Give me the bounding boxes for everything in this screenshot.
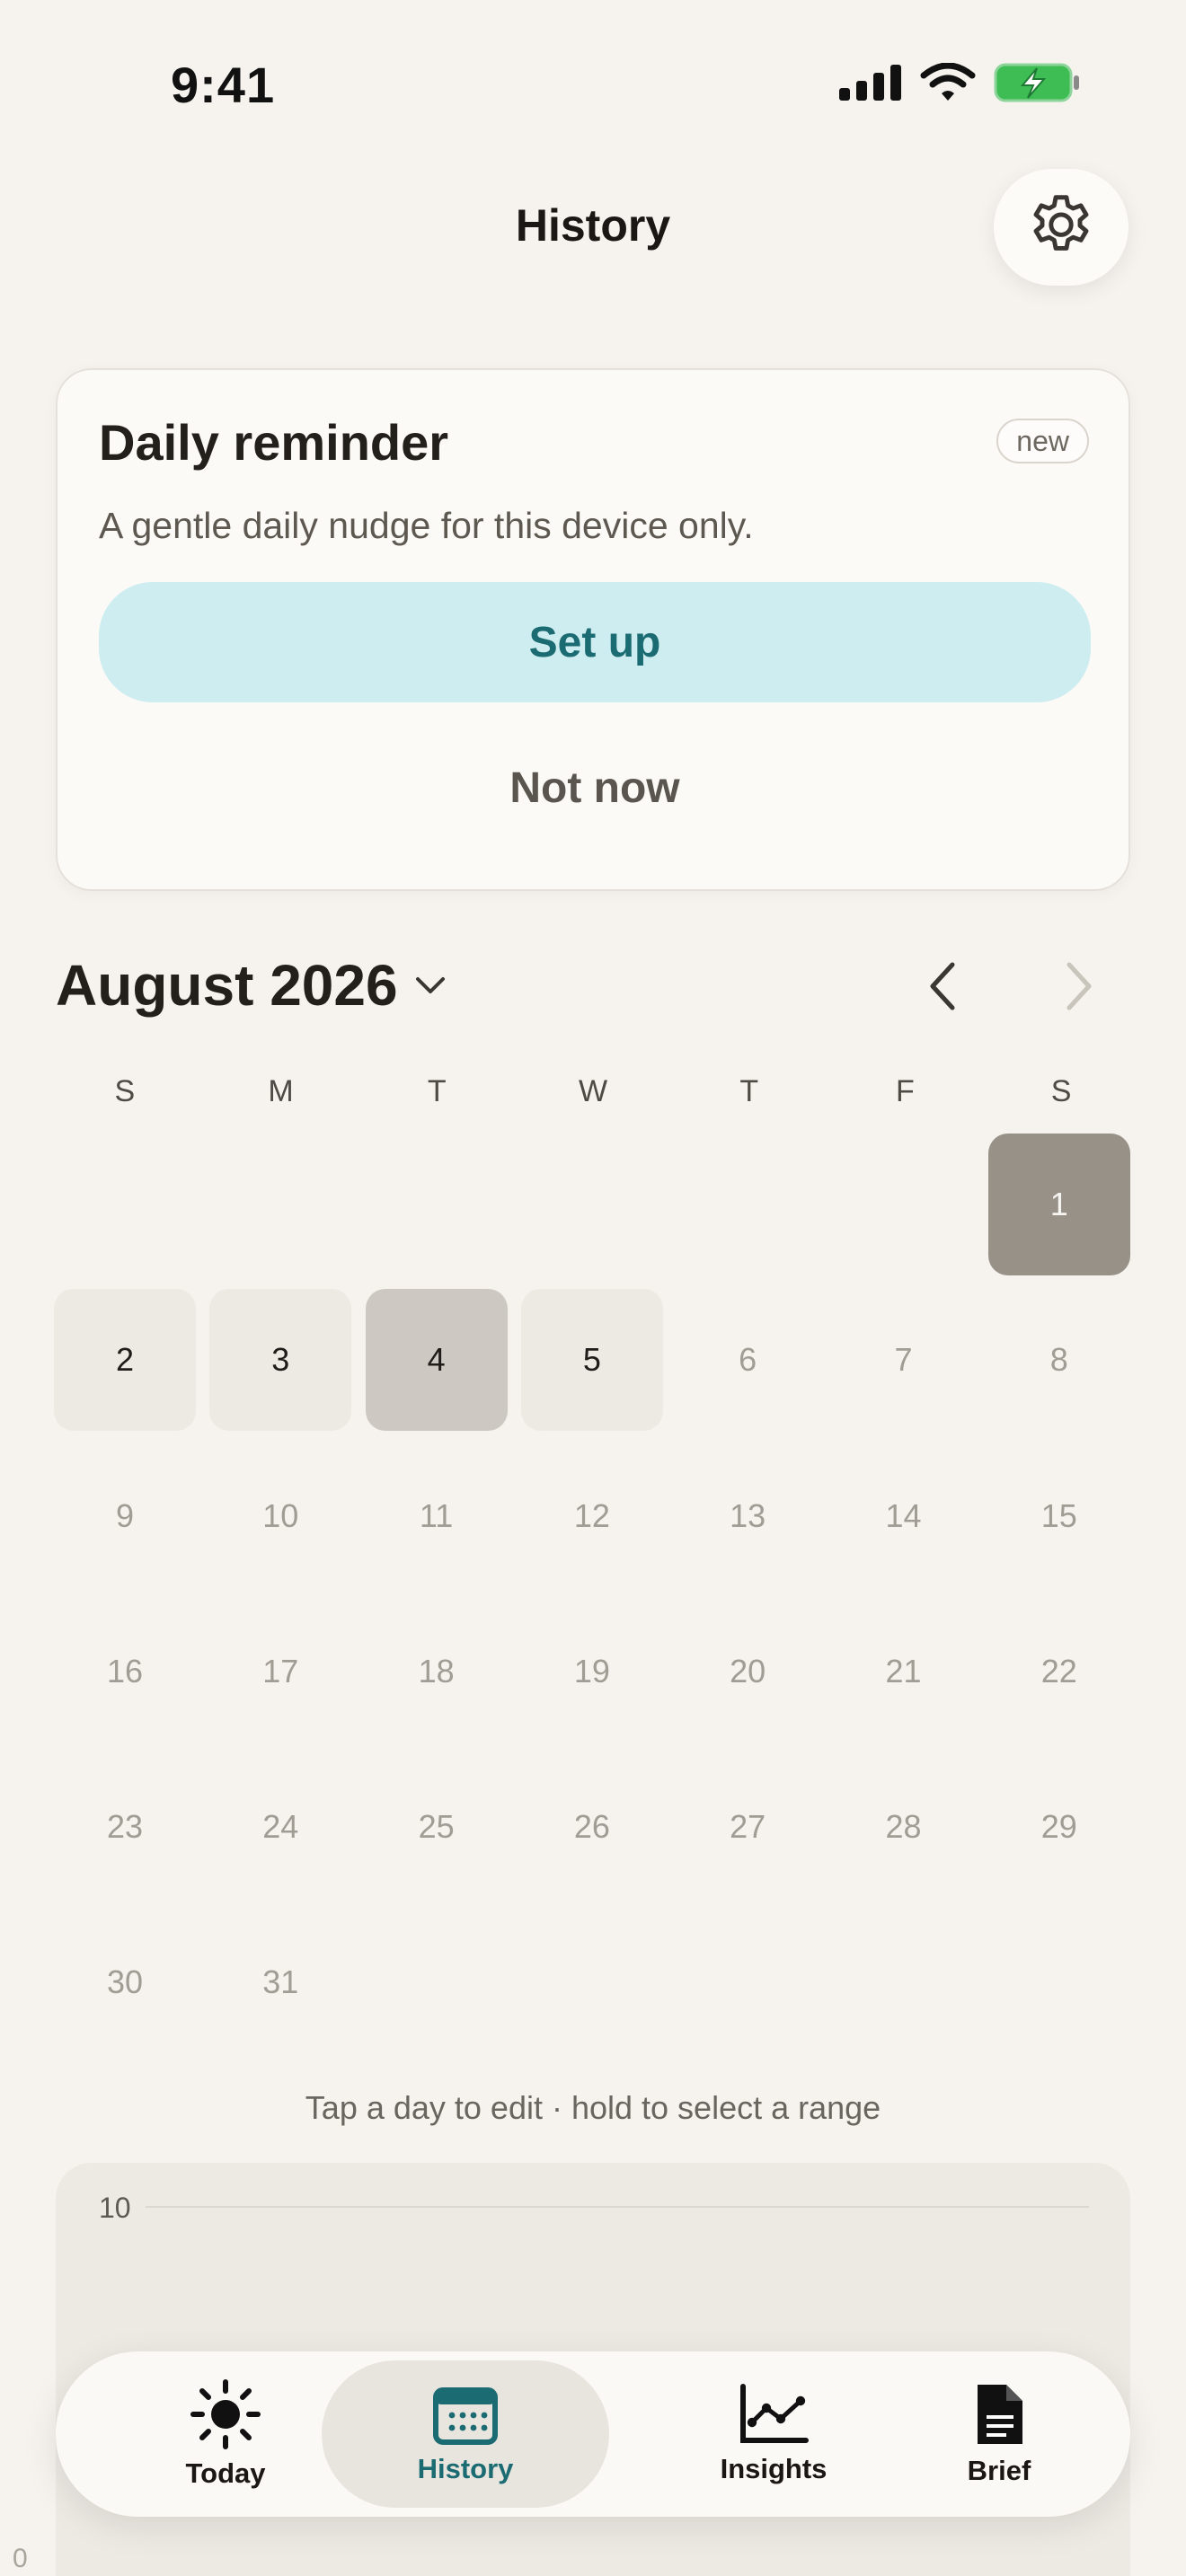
month-picker[interactable]: August 2026 bbox=[56, 952, 448, 1019]
document-icon bbox=[978, 2385, 1022, 2444]
chart-y-min-label: 0 bbox=[13, 2544, 28, 2573]
tab-bar: Today History Insights Brief bbox=[56, 2351, 1130, 2517]
reminder-description: A gentle daily nudge for this device onl… bbox=[99, 505, 754, 546]
tab-insights-label: Insights bbox=[720, 2453, 828, 2484]
calendar-day[interactable]: 14 bbox=[832, 1445, 974, 1587]
status-time: 9:41 bbox=[171, 57, 276, 113]
calendar-day[interactable]: 7 bbox=[832, 1289, 974, 1431]
chart-y-max-label: 10 bbox=[99, 2192, 131, 2224]
calendar-day[interactable]: 19 bbox=[521, 1601, 663, 1742]
chevron-left-icon bbox=[930, 962, 955, 1010]
tab-history[interactable]: History bbox=[322, 2360, 609, 2508]
weekday-label: M bbox=[268, 1074, 294, 1108]
calendar-day[interactable]: 3 bbox=[209, 1289, 352, 1432]
calendar-day[interactable]: 25 bbox=[366, 1756, 508, 1898]
calendar-day[interactable]: 11 bbox=[366, 1445, 508, 1587]
weekday-label: T bbox=[427, 1074, 447, 1108]
calendar-day[interactable]: 4 bbox=[365, 1289, 508, 1432]
calendar-day[interactable]: 20 bbox=[677, 1601, 819, 1742]
settings-button[interactable] bbox=[994, 169, 1128, 286]
chart-curve bbox=[217, 2558, 954, 2576]
calendar-day[interactable]: 17 bbox=[209, 1601, 351, 1742]
calendar-day[interactable]: 8 bbox=[988, 1289, 1130, 1431]
calendar-day[interactable]: 2 bbox=[54, 1289, 196, 1432]
not-now-button[interactable]: Not now bbox=[99, 738, 1091, 837]
calendar-day[interactable]: 28 bbox=[832, 1756, 974, 1898]
calendar-day[interactable]: 12 bbox=[521, 1445, 663, 1587]
calendar-icon bbox=[433, 2387, 498, 2445]
chevron-down-icon bbox=[415, 977, 445, 993]
tab-today-label: Today bbox=[185, 2457, 266, 2489]
weekday-label: T bbox=[739, 1074, 759, 1108]
month-label: August 2026 bbox=[56, 953, 398, 1018]
calendar-day[interactable]: 27 bbox=[677, 1756, 819, 1898]
signal-icon bbox=[839, 65, 901, 101]
battery-charging-icon bbox=[994, 63, 1079, 102]
calendar-day[interactable]: 29 bbox=[988, 1756, 1130, 1898]
tab-brief[interactable]: Brief bbox=[900, 2360, 1098, 2508]
tab-brief-label: Brief bbox=[967, 2455, 1031, 2486]
calendar-day[interactable]: 26 bbox=[521, 1756, 663, 1898]
weekday-label: W bbox=[578, 1074, 608, 1108]
calendar-day[interactable]: 16 bbox=[54, 1601, 196, 1742]
calendar-day[interactable]: 5 bbox=[520, 1289, 663, 1432]
tab-insights[interactable]: Insights bbox=[645, 2360, 902, 2508]
gear-icon bbox=[1033, 195, 1089, 251]
wifi-icon bbox=[920, 63, 976, 101]
weekday-label: S bbox=[1050, 1074, 1072, 1108]
status-icons bbox=[839, 63, 1080, 102]
calendar-hint: Tap a day to edit · hold to select a ran… bbox=[305, 2089, 881, 2126]
next-month-button[interactable] bbox=[1042, 950, 1114, 1022]
calendar-day[interactable]: 24 bbox=[209, 1756, 351, 1898]
calendar-day[interactable]: 10 bbox=[209, 1445, 351, 1587]
calendar-day[interactable]: 22 bbox=[988, 1601, 1130, 1742]
calendar-grid: 1 2 3 4 5 6 7 8 9 10 11 12 13 14 15 16 17 18 19 20 21 22 23 24 2… bbox=[54, 1134, 1132, 2053]
weekday-header: SMTWTFS bbox=[47, 1074, 1139, 1109]
line-chart-icon bbox=[740, 2384, 809, 2443]
calendar-day[interactable]: 6 bbox=[677, 1289, 819, 1431]
calendar-day[interactable]: 23 bbox=[54, 1756, 196, 1898]
chart-gridline bbox=[146, 2206, 1089, 2208]
weekday-label: F bbox=[896, 1074, 915, 1108]
calendar-day[interactable]: 31 bbox=[209, 1911, 351, 2053]
reminder-title: Daily reminder bbox=[99, 414, 449, 471]
calendar-day[interactable]: 15 bbox=[988, 1445, 1130, 1587]
previous-month-button[interactable] bbox=[907, 950, 979, 1022]
setup-button[interactable]: Set up bbox=[99, 582, 1091, 702]
calendar-day[interactable]: 30 bbox=[54, 1911, 196, 2053]
weekday-label: S bbox=[114, 1074, 136, 1108]
calendar-day[interactable]: 13 bbox=[677, 1445, 819, 1587]
tab-history-label: History bbox=[417, 2453, 514, 2484]
new-badge: new bbox=[996, 419, 1089, 463]
calendar-day[interactable]: 1 bbox=[987, 1134, 1130, 1275]
tab-today[interactable]: Today bbox=[97, 2360, 354, 2508]
calendar-day[interactable]: 9 bbox=[54, 1445, 196, 1587]
calendar-day[interactable]: 21 bbox=[832, 1601, 974, 1742]
sun-icon bbox=[190, 2379, 261, 2449]
reminder-card: Daily reminder new A gentle daily nudge … bbox=[56, 368, 1130, 891]
chevron-right-icon bbox=[1067, 962, 1092, 1010]
calendar-day[interactable]: 18 bbox=[366, 1601, 508, 1742]
